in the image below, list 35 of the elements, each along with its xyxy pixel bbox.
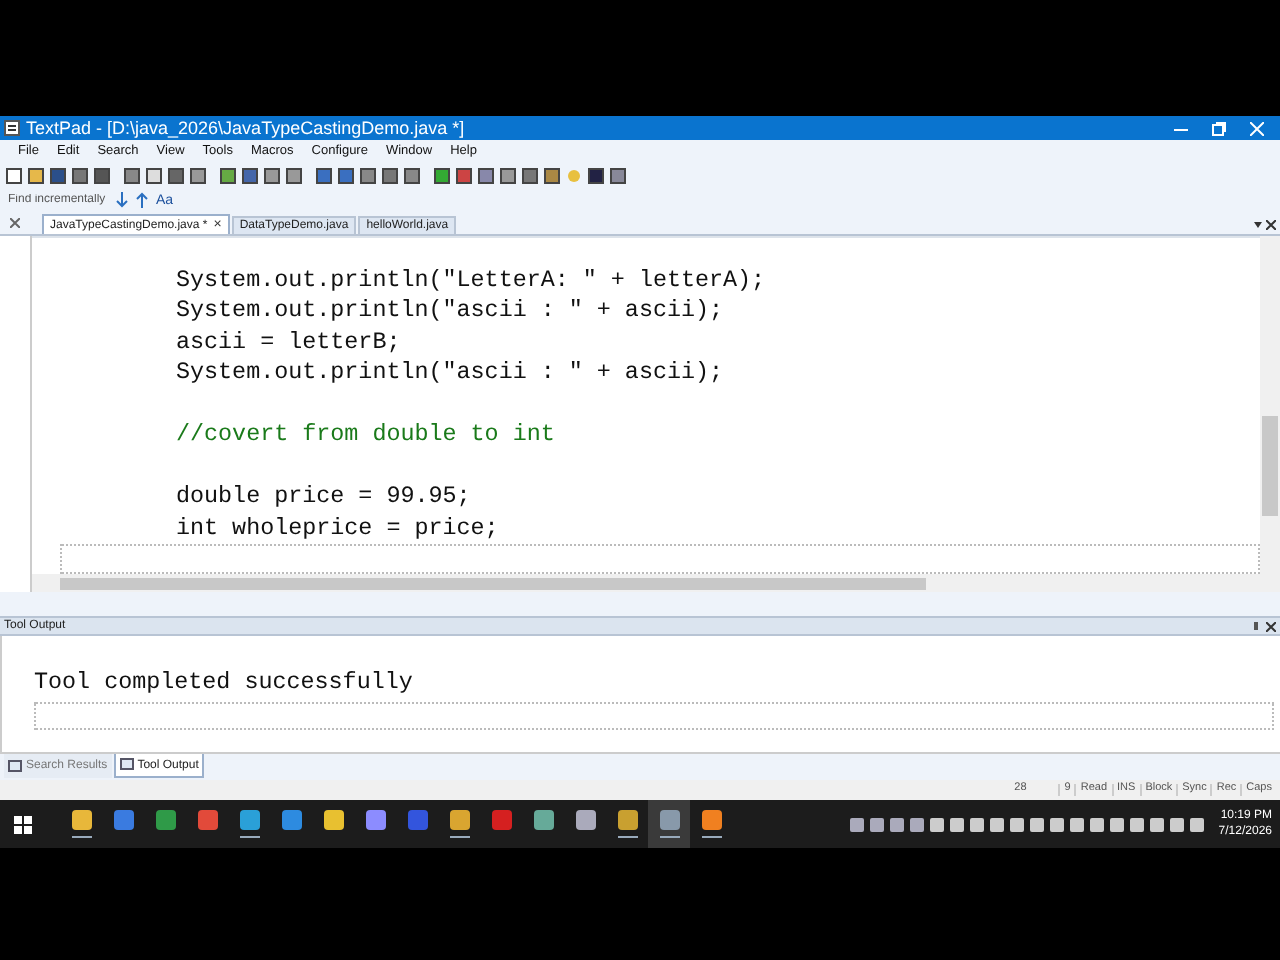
app-icon[interactable]: [449, 810, 469, 830]
restore-icon[interactable]: [1212, 121, 1226, 135]
app-icon[interactable]: [365, 810, 385, 830]
arrow-down-icon[interactable]: [116, 192, 128, 208]
app-icon[interactable]: [239, 810, 259, 830]
code-comment: //covert from double to int: [176, 420, 555, 451]
dropdown-icon[interactable]: [1254, 222, 1262, 228]
code-line: System.out.println("ascii : " + ascii);: [176, 296, 724, 327]
start-icon[interactable]: [14, 815, 32, 833]
code-line: int wholeprice = price;: [176, 513, 499, 544]
code-line: System.out.println("LetterA: " + letterA);: [176, 265, 766, 296]
code-line: double price = 99.95;: [176, 482, 471, 513]
arrow-up-icon[interactable]: [136, 192, 148, 208]
close-icon[interactable]: [1266, 621, 1276, 631]
app-icon[interactable]: [281, 810, 301, 830]
app-icon[interactable]: [323, 810, 343, 830]
app-icon[interactable]: [575, 810, 595, 830]
code-line: System.out.println("ascii : " + ascii);: [176, 358, 724, 389]
app-icon[interactable]: [701, 810, 721, 830]
app-icon[interactable]: [197, 810, 217, 830]
close-icon[interactable]: [1266, 220, 1276, 230]
window-title: TextPad - [D:\java_2026\JavaTypeCastingDemo.java *]: [26, 119, 465, 137]
app-icon[interactable]: [617, 810, 637, 830]
app-icon: [4, 120, 20, 136]
scroll-thumb[interactable]: [1262, 416, 1278, 516]
app-icon[interactable]: [533, 810, 553, 830]
scroll-thumb[interactable]: [59, 577, 926, 589]
code-line: ascii = letterB;: [176, 327, 401, 358]
vertical-scrollbar[interactable]: [1260, 236, 1280, 592]
horizontal-scrollbar[interactable]: [32, 574, 1260, 592]
app-icon[interactable]: [113, 810, 133, 830]
app-icon[interactable]: [71, 810, 91, 830]
output-text: Tool completed successfully: [34, 668, 415, 698]
monitor-icon: [119, 758, 134, 772]
app-icon[interactable]: [155, 810, 175, 830]
